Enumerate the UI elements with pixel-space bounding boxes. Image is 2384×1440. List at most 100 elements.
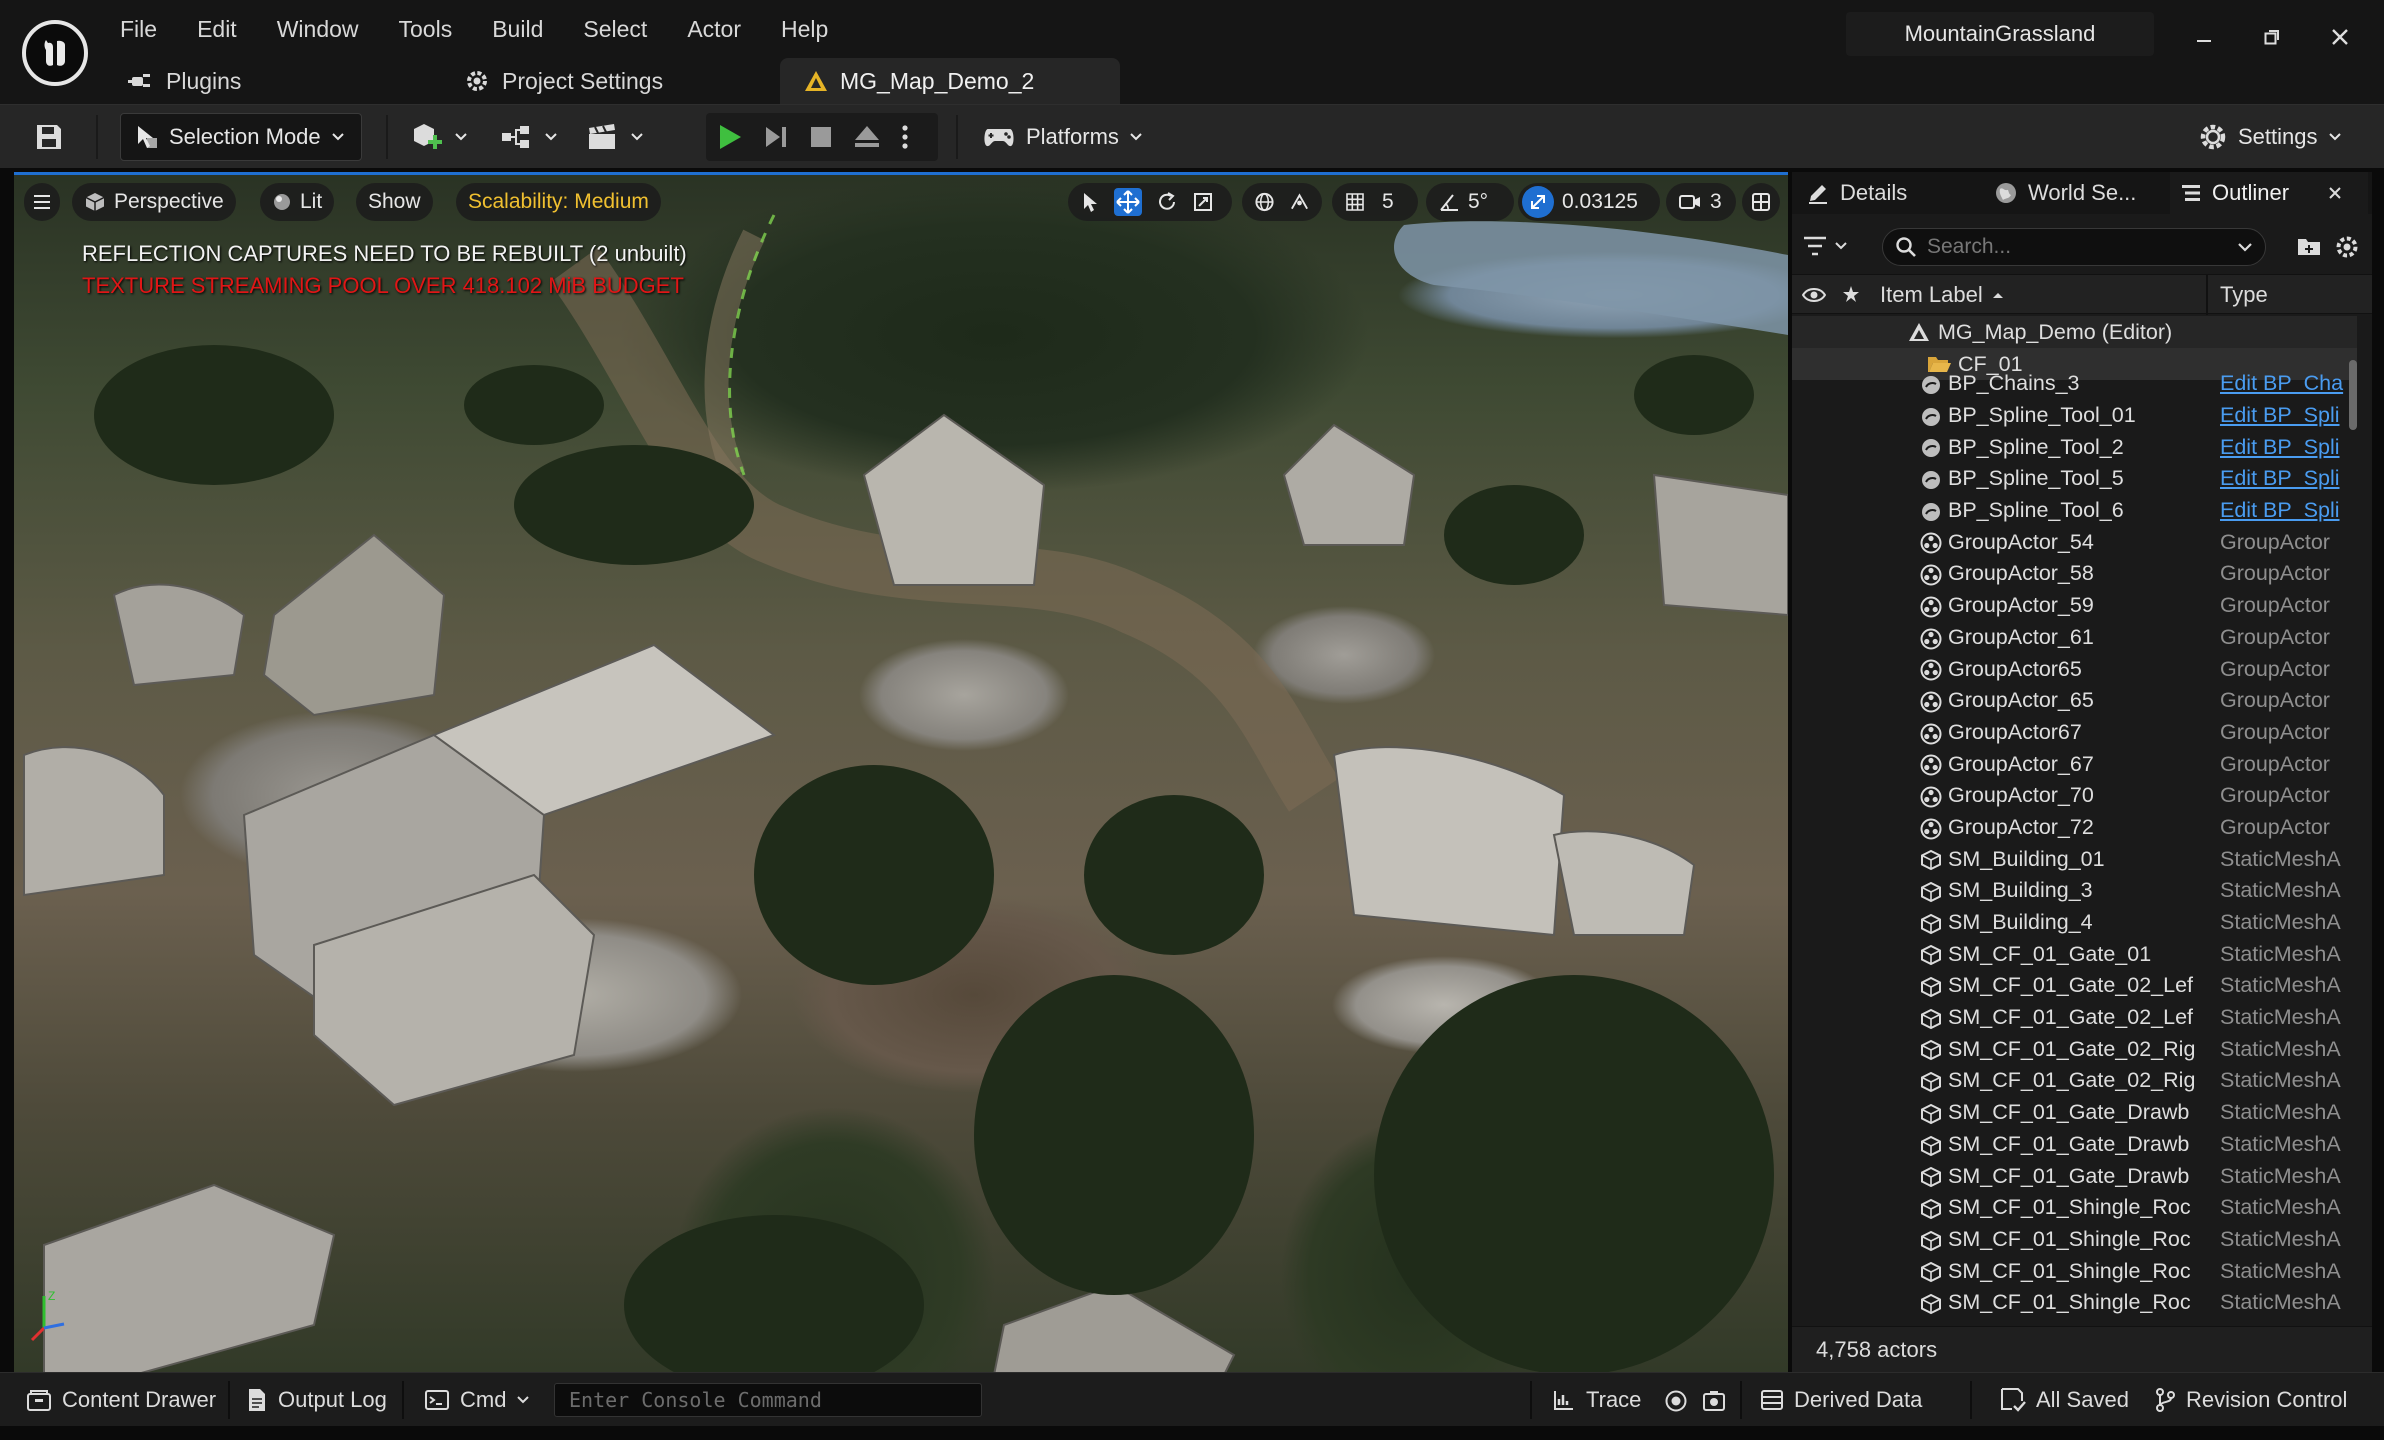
outliner-row[interactable]: GroupActor_58 GroupActor: [1792, 558, 2357, 590]
filter-dropdown[interactable]: [1802, 228, 1848, 264]
outliner-row[interactable]: GroupActor65 GroupActor: [1792, 653, 2357, 685]
outliner-row[interactable]: BP_Spline_Tool_5 Edit BP_Spli: [1792, 463, 2357, 495]
menu-actor[interactable]: Actor: [667, 12, 761, 46]
outliner-row[interactable]: SM_CF_01_Gate_02_Lef StaticMeshA: [1792, 970, 2357, 1002]
select-cursor-icon[interactable]: [1080, 191, 1100, 213]
outliner-row[interactable]: SM_CF_01_Gate_02_Rig StaticMeshA: [1792, 1033, 2357, 1065]
outliner-row[interactable]: SM_Building_4 StaticMeshA: [1792, 907, 2357, 939]
edit-blueprint-link[interactable]: Edit BP_Spli: [2220, 466, 2350, 491]
menu-window[interactable]: Window: [257, 12, 379, 46]
revision-control-button[interactable]: Revision Control: [2154, 1381, 2347, 1419]
outliner-row[interactable]: BP_Chains_3 Edit BP_Cha: [1792, 368, 2357, 400]
edit-blueprint-link[interactable]: Edit BP_Spli: [2220, 403, 2350, 428]
outliner-scrollbar[interactable]: [2349, 360, 2357, 430]
menu-edit[interactable]: Edit: [177, 12, 257, 46]
unreal-logo-icon[interactable]: [22, 20, 88, 86]
scale-snap-toggle[interactable]: [1522, 186, 1554, 218]
perspective-dropdown[interactable]: Perspective: [72, 183, 236, 221]
console-command-input[interactable]: Enter Console Command: [554, 1383, 982, 1417]
cinematics-button[interactable]: [586, 113, 644, 161]
gear-icon[interactable]: [2334, 234, 2360, 260]
menu-help[interactable]: Help: [761, 12, 848, 46]
outliner-row[interactable]: SM_Building_3 StaticMeshA: [1792, 875, 2357, 907]
edit-blueprint-link[interactable]: Edit BP_Spli: [2220, 498, 2350, 523]
selection-mode-dropdown[interactable]: Selection Mode: [120, 113, 362, 161]
add-actor-button[interactable]: [410, 113, 468, 161]
outliner-row[interactable]: GroupActor_59 GroupActor: [1792, 590, 2357, 622]
show-dropdown[interactable]: Show: [356, 183, 433, 221]
viewport-menu-button[interactable]: [24, 183, 60, 221]
translate-icon[interactable]: [1114, 188, 1142, 216]
settings-dropdown[interactable]: Settings: [2198, 113, 2342, 161]
scale-icon[interactable]: [1192, 191, 1214, 213]
save-button[interactable]: [34, 113, 64, 161]
column-type[interactable]: Type: [2220, 275, 2268, 315]
outliner-row[interactable]: SM_CF_01_Shingle_Roc StaticMeshA: [1792, 1224, 2357, 1256]
outliner-row[interactable]: SM_CF_01_Shingle_Roc StaticMeshA: [1792, 1287, 2357, 1319]
outliner-row[interactable]: SM_CF_01_Shingle_Roc StaticMeshA: [1792, 1255, 2357, 1287]
star-icon[interactable]: [1842, 285, 1860, 303]
step-forward-icon[interactable]: [762, 122, 790, 152]
lit-dropdown[interactable]: Lit: [260, 183, 335, 221]
stop-icon[interactable]: [808, 124, 834, 150]
tab-outliner[interactable]: Outliner: [2170, 172, 2368, 214]
close-button[interactable]: [2306, 12, 2374, 62]
column-item-label[interactable]: Item Label: [1880, 275, 2005, 315]
edit-blueprint-link[interactable]: Edit BP_Spli: [2220, 435, 2350, 460]
outliner-row[interactable]: SM_CF_01_Shingle_Roc StaticMeshA: [1792, 1192, 2357, 1224]
platforms-dropdown[interactable]: Platforms: [982, 113, 1143, 161]
outliner-row[interactable]: GroupActor_70 GroupActor: [1792, 780, 2357, 812]
angle-snap-control[interactable]: 5°: [1426, 183, 1514, 221]
scale-snap-control[interactable]: 0.03125: [1518, 183, 1660, 221]
eject-icon[interactable]: [852, 123, 882, 151]
record-icon[interactable]: [1664, 1389, 1688, 1413]
derived-data-button[interactable]: Derived Data: [1760, 1381, 1922, 1419]
more-options-icon[interactable]: [900, 123, 910, 151]
menu-select[interactable]: Select: [563, 12, 667, 46]
menu-file[interactable]: File: [100, 12, 177, 46]
output-log-button[interactable]: Output Log: [246, 1381, 387, 1419]
outliner-row[interactable]: SM_CF_01_Gate_02_Lef StaticMeshA: [1792, 1002, 2357, 1034]
cmd-dropdown[interactable]: Cmd: [424, 1381, 530, 1419]
outliner-row[interactable]: GroupActor_54 GroupActor: [1792, 526, 2357, 558]
globe-icon[interactable]: [1254, 191, 1275, 213]
outliner-row[interactable]: SM_CF_01_Gate_Drawb StaticMeshA: [1792, 1097, 2357, 1129]
play-icon[interactable]: [716, 122, 744, 152]
outliner-row[interactable]: BP_Spline_Tool_01 Edit BP_Spli: [1792, 400, 2357, 432]
outliner-search-input[interactable]: Search...: [1882, 228, 2266, 266]
outliner-row[interactable]: GroupActor67 GroupActor: [1792, 717, 2357, 749]
outliner-row[interactable]: SM_CF_01_Gate_02_Rig StaticMeshA: [1792, 1065, 2357, 1097]
column-divider[interactable]: [2206, 275, 2208, 315]
screenshot-icon[interactable]: [1702, 1389, 1726, 1413]
outliner-row[interactable]: SM_CF_01_Gate_Drawb StaticMeshA: [1792, 1160, 2357, 1192]
grid-snap-control[interactable]: 5: [1332, 183, 1418, 221]
outliner-row[interactable]: BP_Spline_Tool_6 Edit BP_Spli: [1792, 495, 2357, 527]
camera-speed-control[interactable]: 3: [1666, 183, 1736, 221]
level-viewport[interactable]: Perspective Lit Show Scalability: Medium…: [14, 172, 1788, 1372]
all-saved-button[interactable]: All Saved: [2000, 1381, 2129, 1419]
tab-details[interactable]: Details: [1796, 172, 1978, 214]
tab-world-settings[interactable]: World Se...: [1984, 172, 2164, 214]
chevron-down-icon[interactable]: [2237, 241, 2253, 253]
content-drawer-button[interactable]: Content Drawer: [26, 1381, 216, 1419]
close-tab-icon[interactable]: [2327, 185, 2343, 201]
eye-icon[interactable]: [1802, 285, 1826, 305]
outliner-row[interactable]: GroupActor_67 GroupActor: [1792, 748, 2357, 780]
minimize-button[interactable]: [2170, 12, 2238, 62]
menu-tools[interactable]: Tools: [379, 12, 473, 46]
surface-snap-icon[interactable]: [1289, 191, 1310, 213]
outliner-row[interactable]: GroupActor_61 GroupActor: [1792, 622, 2357, 654]
outliner-row[interactable]: SM_Building_01 StaticMeshA: [1792, 843, 2357, 875]
trace-button[interactable]: Trace: [1552, 1381, 1641, 1419]
tab-plugins[interactable]: Plugins: [100, 58, 440, 104]
viewport-layout-button[interactable]: [1742, 183, 1780, 221]
outliner-row[interactable]: SM_CF_01_Gate_Drawb StaticMeshA: [1792, 1129, 2357, 1161]
tab-mg-map-demo-2[interactable]: MG_Map_Demo_2: [780, 58, 1120, 104]
menu-build[interactable]: Build: [472, 12, 563, 46]
new-folder-icon[interactable]: [2296, 234, 2322, 258]
scalability-warning[interactable]: Scalability: Medium: [456, 183, 661, 221]
outliner-row[interactable]: SM_CF_01_Gate_01 StaticMeshA: [1792, 938, 2357, 970]
outliner-row[interactable]: GroupActor_72 GroupActor: [1792, 812, 2357, 844]
rotate-icon[interactable]: [1156, 191, 1178, 213]
edit-blueprint-link[interactable]: Edit BP_Cha: [2220, 371, 2350, 396]
